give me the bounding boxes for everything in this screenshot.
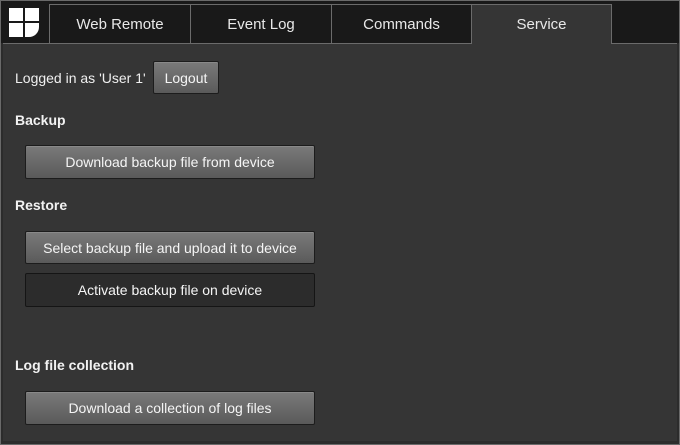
- download-logs-button[interactable]: Download a collection of log files: [25, 391, 315, 425]
- grid-logo-icon[interactable]: [1, 1, 49, 43]
- upload-backup-label: Select backup file and upload it to devi…: [43, 239, 297, 256]
- logo-square-top-left: [9, 8, 23, 21]
- tab-web-remote[interactable]: Web Remote: [49, 4, 191, 43]
- tab-label: Web Remote: [76, 15, 164, 33]
- logo-quarter-circle: [25, 23, 39, 37]
- logout-button-label: Logout: [164, 69, 208, 86]
- tab-event-log[interactable]: Event Log: [190, 4, 332, 43]
- activate-backup-label: Activate backup file on device: [77, 282, 263, 298]
- tab-commands[interactable]: Commands: [331, 4, 472, 43]
- top-nav-bar: Web Remote Event Log Commands Service: [1, 1, 679, 44]
- logged-in-text: Logged in as 'User 1': [15, 70, 146, 86]
- download-backup-button[interactable]: Download backup file from device: [25, 145, 315, 179]
- tab-label: Event Log: [227, 15, 295, 33]
- upload-backup-button[interactable]: Select backup file and upload it to devi…: [25, 231, 315, 264]
- tab-label: Commands: [363, 15, 440, 33]
- tab-service[interactable]: Service: [471, 4, 612, 44]
- restore-heading: Restore: [15, 197, 68, 213]
- download-backup-label: Download backup file from device: [65, 154, 275, 170]
- tab-label: Service: [516, 16, 567, 33]
- logo-square-bottom-left: [9, 23, 23, 37]
- logo-square-top-right: [25, 8, 39, 21]
- activate-backup-button[interactable]: Activate backup file on device: [25, 273, 315, 307]
- download-logs-label: Download a collection of log files: [68, 400, 272, 416]
- service-panel: Logged in as 'User 1' Logout Backup Down…: [3, 43, 677, 441]
- logout-button[interactable]: Logout: [153, 61, 219, 94]
- log-collection-heading: Log file collection: [15, 357, 135, 373]
- app-window: Web Remote Event Log Commands Service Lo…: [0, 0, 680, 445]
- backup-heading: Backup: [15, 112, 66, 128]
